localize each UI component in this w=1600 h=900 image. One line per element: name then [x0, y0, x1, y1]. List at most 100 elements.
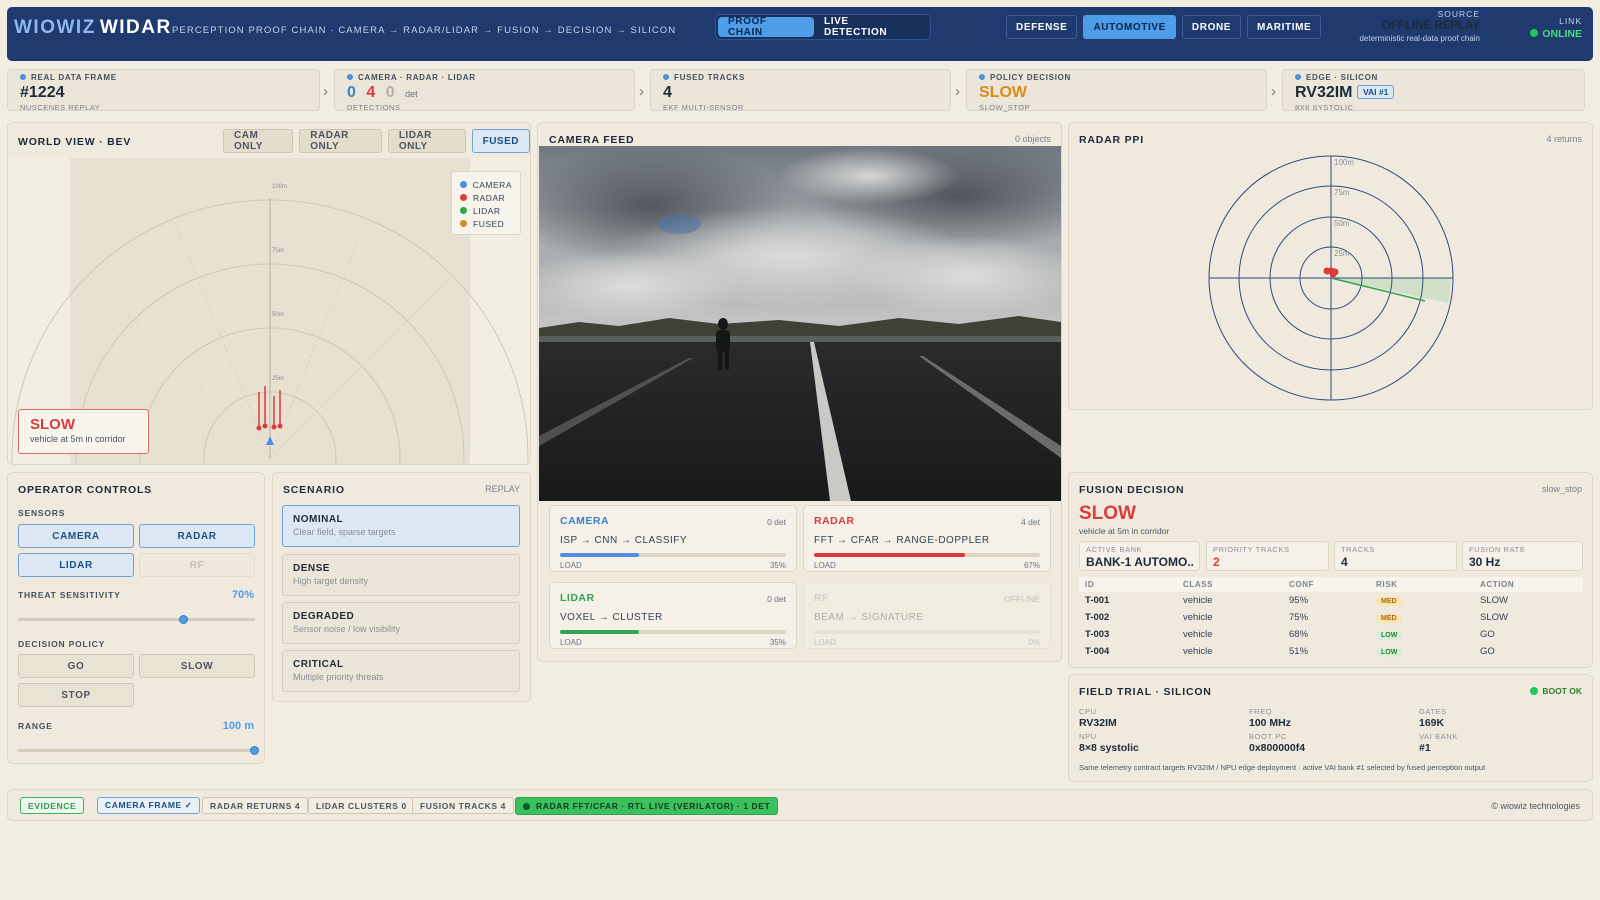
tab-live-detection[interactable]: LIVE DETECTION [814, 16, 924, 38]
scenario-dense[interactable]: DENSE High target density [282, 554, 520, 596]
sensor-lidar-toggle[interactable]: LIDAR [18, 553, 134, 577]
bev-range-label: 100m [272, 184, 287, 190]
table-row[interactable]: T-002 vehicle 75% MED SLOW [1079, 609, 1583, 626]
legend-item: LIDAR [460, 204, 512, 217]
bev-range-label: 25m [272, 376, 284, 382]
load-bar [560, 630, 786, 634]
radar-ppi-panel: RADAR PPI 4 returns 100m 75m 50m 25m [1068, 122, 1593, 410]
copyright: © wiowiz technologies [1491, 801, 1580, 811]
table-row[interactable]: T-003 vehicle 68% LOW GO [1079, 626, 1583, 643]
fusion-decision-panel: FUSION DECISION slow_stop SLOW vehicle a… [1068, 472, 1593, 668]
scenario-degraded[interactable]: DEGRADED Sensor noise / low visibility [282, 602, 520, 644]
chain-fused-card: FUSED TRACKS 4 EKF MULTI-SENSOR [650, 69, 951, 112]
camera-frame-image[interactable] [539, 146, 1061, 501]
link-status: LINK ONLINE [1500, 16, 1582, 40]
view-radar-only-button[interactable]: RADAR ONLY [299, 129, 382, 153]
view-fused-button[interactable]: FUSED [471, 129, 530, 153]
view-cam-only-button[interactable]: CAM ONLY [223, 129, 294, 153]
operator-controls-panel: OPERATOR CONTROLS SENSORS CAMERA RADAR L… [7, 472, 265, 764]
priority-tracks-tile: PRIORITY TRACKS 2 [1206, 541, 1329, 571]
online-dot-icon [1530, 29, 1539, 37]
radar-target-dot[interactable] [271, 424, 277, 430]
tab-proof-chain[interactable]: PROOF CHAIN [718, 16, 814, 38]
load-bar [814, 630, 1040, 634]
domain-automotive-button[interactable]: AUTOMOTIVE [1083, 15, 1176, 39]
sensitivity-slider[interactable] [18, 615, 255, 624]
sensor-rf-toggle[interactable]: RF [139, 553, 255, 577]
radar-return-dot[interactable] [1329, 270, 1337, 278]
bev-range-label: 50m [272, 312, 284, 318]
sensor-radar-toggle[interactable]: RADAR [139, 524, 255, 548]
rtl-live-chip[interactable]: RADAR FFT/CFAR · RTL LIVE (VERILATOR) · … [515, 797, 779, 815]
domain-switch: DEFENSE AUTOMOTIVE DRONE MARITIME [1006, 14, 1322, 40]
evidence-lidar-clusters[interactable]: LIDAR CLUSTERS 0 [308, 797, 415, 814]
radar-ring-label: 50m [1334, 219, 1350, 228]
chain-policy-card: POLICY DECISION SLOW SLOW_STOP [966, 69, 1267, 112]
radar-target-dot[interactable] [262, 423, 268, 429]
scenario-critical[interactable]: CRITICAL Multiple priority threats [282, 650, 520, 692]
sensitivity-value: 70% [231, 589, 254, 601]
pipeline-tagline: PERCEPTION PROOF CHAIN · CAMERA → RADAR/… [172, 25, 677, 36]
col-header: ACTION [1474, 577, 1583, 592]
fusion-decision-value: SLOW [1079, 503, 1136, 524]
pipeline-lidar-card: LIDAR 0 det VOXEL → CLUSTER LOAD 35% [549, 582, 797, 649]
evidence-label: EVIDENCE [20, 797, 85, 814]
decision-alert: SLOW vehicle at 5m in corridor [18, 409, 149, 454]
chevron-right-icon: › [955, 83, 960, 100]
radar-ring-label: 100m [1334, 158, 1354, 167]
scenario-mode: REPLAY [485, 484, 520, 494]
tracks-tile: TRACKS 4 [1334, 541, 1457, 571]
legend-dot-icon [460, 194, 467, 201]
table-row[interactable]: T-001 vehicle 95% MED SLOW [1079, 592, 1583, 609]
domain-defense-button[interactable]: DEFENSE [1006, 15, 1078, 39]
radar-scope[interactable]: 100m 75m 50m 25m [1205, 153, 1465, 409]
bev-range-label: 75m [272, 248, 284, 254]
radar-target-dot[interactable] [256, 425, 262, 431]
policy-go-button[interactable]: GO [18, 654, 134, 678]
operator-controls-title: OPERATOR CONTROLS [18, 484, 152, 496]
legend-dot-icon [460, 207, 467, 214]
view-mode-buttons: CAM ONLY RADAR ONLY LIDAR ONLY FUSED [223, 129, 530, 153]
col-header: ID [1079, 577, 1177, 592]
legend-item: CAMERA [460, 178, 512, 191]
evidence-camera-frame[interactable]: CAMERA FRAME ✓ [97, 797, 201, 814]
pipeline-camera-card: CAMERA 0 det ISP → CNN → CLASSIFY LOAD 3… [549, 505, 797, 572]
field-trial-panel: FIELD TRIAL · SILICON BOOT OK CPU RV32IM … [1068, 674, 1593, 782]
policy-stop-button[interactable]: STOP [18, 683, 134, 707]
camera-feed-title: CAMERA FEED [549, 134, 635, 146]
domain-drone-button[interactable]: DRONE [1181, 15, 1242, 39]
radar-ring-label: 25m [1334, 249, 1350, 258]
scenario-title: SCENARIO [283, 484, 345, 496]
brand-logo: WIOWIZ WIDAR [14, 17, 172, 38]
col-header: CONF [1283, 577, 1370, 592]
rtl-dot-icon [523, 802, 530, 810]
radar-ppi-title: RADAR PPI [1079, 134, 1144, 146]
camera-object-count: 0 objects [1014, 134, 1051, 144]
evidence-fusion-tracks[interactable]: FUSION TRACKS 4 [412, 797, 514, 814]
view-lidar-only-button[interactable]: LIDAR ONLY [387, 129, 466, 153]
fusion-decision-title: FUSION DECISION [1079, 484, 1185, 496]
col-header: CLASS [1177, 577, 1283, 592]
chain-frame-card: REAL DATA FRAME #1224 NUSCENES REPLAY [7, 69, 320, 112]
load-bar [560, 553, 786, 557]
world-view-panel: WORLD VIEW · BEV CAM ONLY RADAR ONLY LID… [7, 122, 531, 465]
range-slider[interactable] [18, 746, 259, 755]
tracks-table: ID CLASS CONF RISK ACTION T-001 vehicle 95… [1079, 577, 1583, 660]
radar-target-dot[interactable] [277, 423, 283, 429]
risk-badge: LOW [1376, 631, 1403, 640]
range-value: 100 m [222, 720, 254, 732]
legend-item: RADAR [460, 191, 512, 204]
fusion-policy-tag: slow_stop [1541, 484, 1582, 494]
legend-dot-icon [460, 220, 467, 227]
chevron-right-icon: › [1271, 83, 1276, 100]
sensor-camera-toggle[interactable]: CAMERA [18, 524, 134, 548]
chevron-right-icon: › [639, 83, 644, 100]
fusion-decision-reason: vehicle at 5m in corridor [1079, 526, 1170, 536]
evidence-radar-returns[interactable]: RADAR RETURNS 4 [202, 797, 309, 814]
scenario-nominal[interactable]: NOMINAL Clear field, sparse targets [282, 505, 520, 547]
bev-legend: CAMERA RADAR LIDAR FUSED [451, 171, 521, 235]
chain-edge-card: EDGE · SILICON RV32IM VAI #1 8X8 SYSTOLI… [1282, 69, 1585, 112]
active-bank-tile: ACTIVE BANK BANK-1 AUTOMO... [1079, 541, 1200, 571]
table-row[interactable]: T-004 vehicle 51% LOW GO [1079, 643, 1583, 660]
policy-slow-button[interactable]: SLOW [139, 654, 255, 678]
